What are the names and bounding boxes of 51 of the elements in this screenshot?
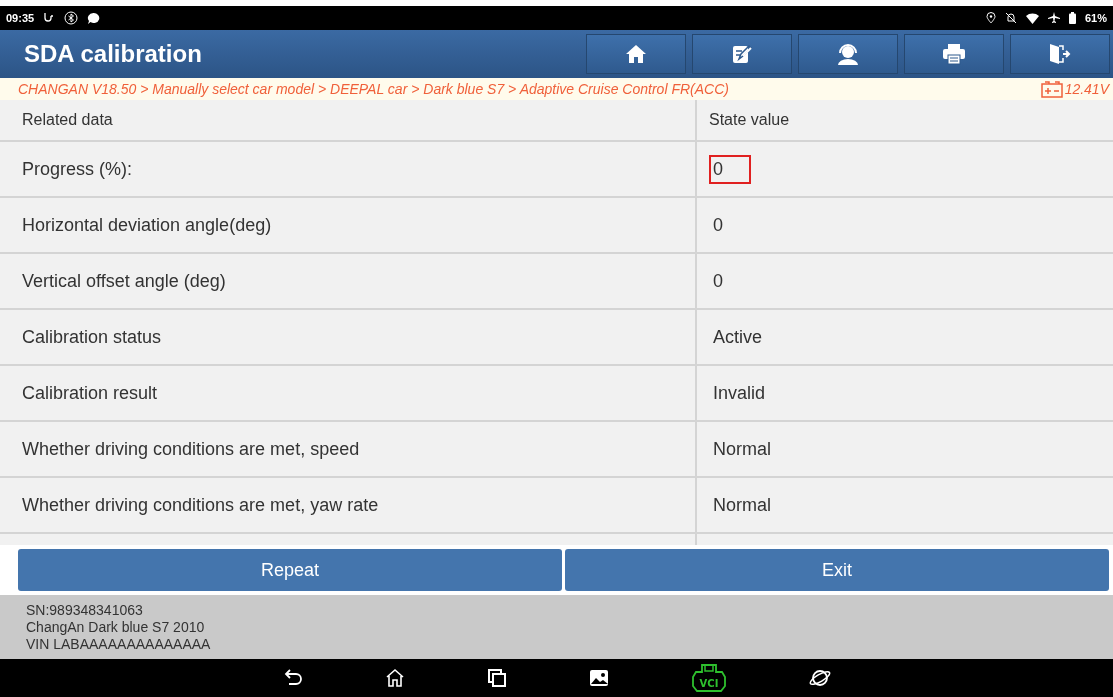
bluetooth-icon [64,11,79,25]
vci-connector-icon[interactable]: VCI [690,664,727,692]
airplane-icon [1047,12,1060,24]
page-title: SDA calibration [24,40,202,68]
battery-icon [1068,12,1076,24]
car-battery-icon [1040,80,1063,98]
home-icon[interactable] [384,668,405,688]
recent-apps-icon[interactable] [486,668,507,688]
table-cell: Calibration status [0,310,697,364]
table-cell: Horizontal deviation angle(deg) [0,198,697,252]
print-button[interactable] [904,34,1004,74]
image-icon[interactable] [588,669,609,687]
battery-percent: 61% [1084,12,1107,24]
home-button[interactable] [586,34,686,74]
device-info-line: SN:989348341063 [26,601,144,619]
table-cell-text: Normal [712,493,772,517]
back-icon[interactable] [282,669,303,687]
home-icon [625,43,647,65]
table-cell: 0 [709,154,751,184]
table-cell: Vertical offset angle (deg) [0,254,697,308]
action-button[interactable]: Exit [565,549,1109,591]
table-cell: Calibration result [0,366,697,420]
report-button[interactable] [692,34,792,74]
mute-bell-icon [1004,12,1017,24]
voltage-reading: 12.41V [1064,81,1109,97]
table-cell: Whether driving conditions are met, speed [0,422,697,476]
usb-icon [43,12,56,24]
device-info-line: VIN LABAAAAAAAAAAAAAA [26,635,212,653]
table-cell-text: Invalid [712,381,767,405]
chat-icon [87,11,101,25]
exit-button[interactable] [1010,34,1110,74]
planet-icon[interactable] [808,667,831,689]
action-button[interactable]: Repeat [18,549,562,591]
headset-person-icon [835,43,861,65]
wifi-icon [1025,12,1039,24]
table-cell: Progress (%): [0,142,697,196]
table-cell-text: Active [712,325,764,349]
table-cell-text: Normal [712,437,772,461]
edit-note-icon [731,43,753,65]
status-time: 09:35 [6,12,35,24]
support-button[interactable] [798,34,898,74]
table-cell-text: 0 [712,269,724,293]
table-cell: Whether driving conditions are met, yaw rate [0,478,697,532]
device-info-line: ChangAn Dark blue S7 2010 [26,618,206,636]
printer-icon [942,43,966,65]
column-header: State value [708,110,791,130]
breadcrumb-path: CHANGAN V18.50 > Manually select car model > DEEPAL car > Dark blue S7 > Adaptive Cruise Control FR(ACC) [18,81,729,97]
location-icon [985,12,996,24]
exit-door-icon [1048,43,1072,65]
table-cell-text: 0 [712,213,724,237]
column-header: Related data [0,100,697,140]
